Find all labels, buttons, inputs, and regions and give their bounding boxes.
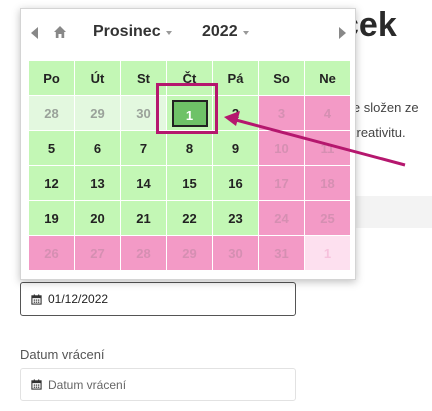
calendar-day[interactable]: 26 <box>28 235 75 271</box>
weekday-header: So <box>258 60 305 96</box>
calendar-day[interactable]: 19 <box>28 200 75 236</box>
chevron-right-icon[interactable] <box>339 27 346 39</box>
weekday-header: Ne <box>304 60 351 96</box>
calendar-day[interactable]: 12 <box>28 165 75 201</box>
calendar-day[interactable]: 3 <box>258 95 305 131</box>
date-picker-popup: Prosinec 2022 Po Út St Čt Pá So Ne 28 29 3… <box>20 8 356 280</box>
calendar-day[interactable]: 1 <box>304 235 351 271</box>
calendar-day-selected[interactable]: 1 <box>166 95 213 131</box>
month-label: Prosinec <box>93 23 161 40</box>
chevron-left-icon[interactable] <box>31 27 38 39</box>
calendar-day[interactable]: 30 <box>120 95 167 131</box>
home-icon[interactable] <box>53 25 67 39</box>
calendar-day[interactable]: 15 <box>166 165 213 201</box>
calendar-icon <box>31 293 42 305</box>
calendar-day[interactable]: 14 <box>120 165 167 201</box>
calendar-day[interactable]: 8 <box>166 130 213 166</box>
calendar-day[interactable]: 28 <box>120 235 167 271</box>
calendar-week-row: 19 20 21 22 23 24 25 <box>28 200 351 236</box>
pickup-date-value: 01/12/2022 <box>48 292 109 306</box>
calendar-day[interactable]: 9 <box>212 130 259 166</box>
calendar-week-row: 5 6 7 8 9 10 11 <box>28 130 351 166</box>
calendar-day[interactable]: 28 <box>28 95 75 131</box>
page-text-line-1: je složen ze <box>350 100 419 115</box>
month-selector[interactable]: Prosinec <box>93 23 172 41</box>
calendar-day[interactable]: 31 <box>258 235 305 271</box>
weekday-header: Út <box>74 60 121 96</box>
calendar-week-row: 12 13 14 15 16 17 18 <box>28 165 351 201</box>
calendar-day[interactable]: 4 <box>304 95 351 131</box>
calendar-day[interactable]: 20 <box>74 200 121 236</box>
weekday-header: Čt <box>166 60 213 96</box>
return-date-input[interactable] <box>48 377 268 392</box>
calendar-day[interactable]: 16 <box>212 165 259 201</box>
calendar-day[interactable]: 21 <box>120 200 167 236</box>
calendar-day[interactable]: 10 <box>258 130 305 166</box>
calendar-day[interactable]: 30 <box>212 235 259 271</box>
page-text-line-2: kreativitu. <box>350 125 406 140</box>
calendar-day[interactable]: 11 <box>304 130 351 166</box>
weekday-header-row: Po Út St Čt Pá So Ne <box>28 60 351 96</box>
calendar-icon <box>31 379 42 390</box>
calendar-day[interactable]: 25 <box>304 200 351 236</box>
caret-down-icon <box>165 31 172 35</box>
return-date-label: Datum vrácení <box>20 347 105 362</box>
calendar-day[interactable]: 29 <box>166 235 213 271</box>
weekday-header: Po <box>28 60 75 96</box>
weekday-header: Pá <box>212 60 259 96</box>
selected-day-label: 1 <box>171 99 208 127</box>
calendar-day[interactable]: 27 <box>74 235 121 271</box>
calendar-week-row: 26 27 28 29 30 31 1 <box>28 235 351 271</box>
calendar-day[interactable]: 2 <box>212 95 259 131</box>
calendar-day[interactable]: 7 <box>120 130 167 166</box>
pickup-date-field[interactable]: 01/12/2022 <box>20 282 296 316</box>
calendar-day[interactable]: 17 <box>258 165 305 201</box>
calendar-day[interactable]: 18 <box>304 165 351 201</box>
calendar-day[interactable]: 13 <box>74 165 121 201</box>
calendar-day[interactable]: 22 <box>166 200 213 236</box>
weekday-header: St <box>120 60 167 96</box>
date-picker-header: Prosinec 2022 <box>21 9 355 57</box>
calendar-day[interactable]: 5 <box>28 130 75 166</box>
calendar-day[interactable]: 23 <box>212 200 259 236</box>
return-date-field[interactable] <box>20 368 296 401</box>
calendar-day[interactable]: 24 <box>258 200 305 236</box>
calendar-day[interactable]: 6 <box>74 130 121 166</box>
calendar-grid: Po Út St Čt Pá So Ne 28 29 30 1 2 3 4 5 6 7 8 9 10 11… <box>28 60 351 271</box>
year-label: 2022 <box>202 23 238 40</box>
calendar-week-row: 28 29 30 1 2 3 4 <box>28 95 351 131</box>
calendar-day[interactable]: 29 <box>74 95 121 131</box>
caret-down-icon <box>242 31 249 35</box>
year-selector[interactable]: 2022 <box>202 23 249 41</box>
